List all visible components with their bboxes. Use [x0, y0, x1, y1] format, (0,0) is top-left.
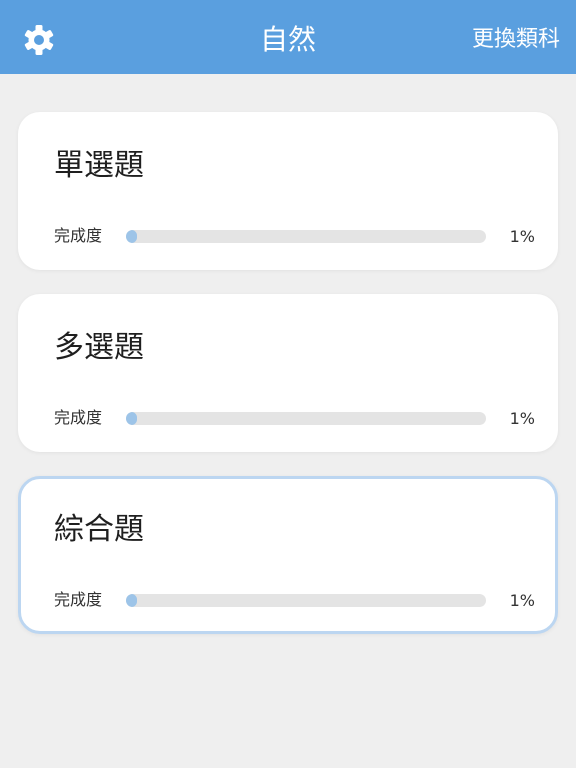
top-bar: 自然 更換類科 — [0, 0, 576, 74]
quiz-card-multiple-choice[interactable]: 多選題 完成度 1% — [18, 294, 558, 452]
card-title: 綜合題 — [54, 512, 144, 547]
progress-fill — [126, 230, 137, 243]
progress-label: 完成度 — [54, 226, 103, 245]
switch-subject-button[interactable]: 更換類科 — [472, 0, 560, 74]
gear-icon — [24, 25, 54, 55]
quiz-card-comprehensive[interactable]: 綜合題 完成度 1% — [18, 476, 558, 634]
progress-bar — [126, 230, 486, 243]
quiz-card-single-choice[interactable]: 單選題 完成度 1% — [18, 112, 558, 270]
progress-percent: 1% — [509, 409, 535, 428]
progress-percent: 1% — [509, 227, 535, 246]
progress-fill — [126, 412, 137, 425]
progress-bar — [126, 412, 486, 425]
settings-button[interactable] — [22, 23, 56, 57]
progress-label: 完成度 — [54, 408, 103, 427]
card-title: 多選題 — [54, 330, 144, 365]
progress-percent: 1% — [509, 591, 535, 610]
progress-bar — [126, 594, 486, 607]
card-title: 單選題 — [54, 148, 144, 183]
progress-fill — [126, 594, 137, 607]
progress-label: 完成度 — [54, 590, 103, 609]
